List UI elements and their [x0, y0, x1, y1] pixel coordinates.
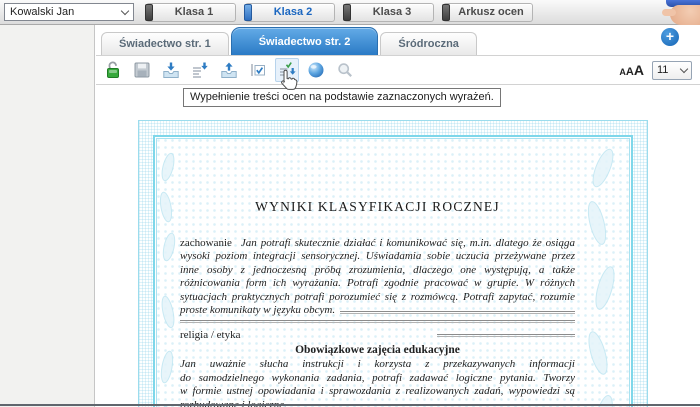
- tab-grip-icon[interactable]: [145, 4, 153, 21]
- class-tabs: Klasa 1 Klasa 2 Klasa 3 Arkusz ocen: [146, 3, 533, 22]
- toolbar: A A A 11: [96, 55, 700, 85]
- fill-line: [437, 334, 575, 337]
- search-icon[interactable]: [333, 58, 357, 82]
- left-panel: [0, 25, 95, 407]
- export-grades-icon[interactable]: [217, 58, 241, 82]
- certificate-title: WYNIKI KLASYFIKACJI ROCZNEJ: [180, 199, 575, 215]
- save-icon-svg: [132, 60, 152, 80]
- select-check-icon-svg: [248, 60, 268, 80]
- editor-area: Świadectwo str. 1 Świadectwo str. 2 Śród…: [96, 25, 700, 407]
- border-ornament-left: [157, 147, 179, 267]
- save-icon[interactable]: [130, 58, 154, 82]
- behavior-line: inne osoby z jednoczesną próbą zrozumien…: [180, 264, 575, 277]
- tab-label: Świadectwo str. 1: [119, 38, 211, 50]
- certificate-frame: WYNIKI KLASYFIKACJI ROCZNEJ zachowanie Ja…: [153, 135, 633, 407]
- window-bottom-edge: [0, 404, 700, 406]
- certificate-page[interactable]: WYNIKI KLASYFIKACJI ROCZNEJ zachowanie Ja…: [138, 120, 648, 407]
- font-size-select[interactable]: 11: [652, 61, 692, 80]
- mouse-cursor-hand-icon: [279, 69, 298, 96]
- behavior-line: wysoki poziom integracji sensorycznej. U…: [180, 250, 575, 263]
- behavior-line: zachowanie Jan potrafi skutecznie działać…: [180, 237, 575, 250]
- import-grades-icon[interactable]: [159, 58, 183, 82]
- font-size-value: 11: [657, 64, 681, 76]
- subjects-line: Jan uważnie słucha instrukcji i korzysta…: [180, 358, 575, 371]
- subjects-heading: Obowiązkowe zajęcia edukacyjne: [180, 344, 575, 356]
- border-ornament-left: [157, 287, 179, 407]
- subjects-line: do samodzielnego wykonania zadania, potr…: [180, 372, 575, 385]
- chevron-down-icon: [680, 64, 688, 72]
- document-tabs: Świadectwo str. 1 Świadectwo str. 2 Śród…: [96, 25, 700, 55]
- border-ornament-right: [581, 143, 623, 407]
- tab-label: Klasa 1: [153, 6, 235, 18]
- app-window: Kowalski Jan Klasa 1 Klasa 2 Klasa 3 Ark…: [0, 0, 700, 407]
- tab-label: Klasa 3: [351, 6, 433, 18]
- behavior-line: proste komunikaty w języku obcym.: [180, 304, 575, 317]
- tab-srodroczna[interactable]: Śródroczna: [380, 32, 477, 55]
- religion-section[interactable]: religia / etyka: [180, 329, 575, 342]
- search-icon-svg: [335, 60, 355, 80]
- hand-graphic: [658, 0, 700, 26]
- behavior-section[interactable]: zachowanie Jan potrafi skutecznie działać…: [180, 237, 575, 323]
- tooltip: Wypełnienie treści ocen na podstawie zaz…: [183, 88, 501, 107]
- tab-arkusz-ocen[interactable]: Arkusz ocen: [443, 3, 533, 22]
- tab-grip-icon[interactable]: [343, 4, 351, 21]
- tab-klasa-2[interactable]: Klasa 2: [245, 3, 335, 22]
- tab-swiadectwo-str-2[interactable]: Świadectwo str. 2: [231, 27, 379, 55]
- unlock-icon[interactable]: [101, 58, 125, 82]
- select-check-icon[interactable]: [246, 58, 270, 82]
- font-size-control: A A A: [619, 62, 644, 78]
- font-size-large-button[interactable]: A: [634, 62, 644, 78]
- add-page-button[interactable]: +: [661, 28, 679, 46]
- fill-line: [340, 311, 575, 314]
- document-canvas: Wypełnienie treści ocen na podstawie zaz…: [96, 85, 700, 407]
- fill-grades-icon-svg: [190, 60, 210, 80]
- behavior-text: Jan potrafi skutecznie działać i komunik…: [241, 237, 575, 249]
- tab-swiadectwo-str-1[interactable]: Świadectwo str. 1: [101, 32, 229, 55]
- subjects-section[interactable]: Jan uważnie słucha instrukcji i korzysta…: [180, 358, 575, 407]
- unlock-icon-svg: [103, 60, 123, 80]
- fill-grades-icon[interactable]: [188, 58, 212, 82]
- student-selector[interactable]: Kowalski Jan: [4, 3, 134, 21]
- tab-label: Świadectwo str. 2: [259, 36, 351, 48]
- section-rule: [180, 320, 575, 323]
- tab-label: Klasa 2: [252, 6, 334, 18]
- section-label: religia / etyka: [180, 329, 240, 342]
- chevron-down-icon: [121, 6, 129, 14]
- subjects-line: w formie ustnej opowiadania i sprawozdan…: [180, 385, 575, 398]
- font-size-medium-button[interactable]: A: [626, 66, 634, 78]
- tab-grip-icon[interactable]: [244, 4, 252, 21]
- behavior-line: różnicowania form ich wyrażania. Potrafi…: [180, 277, 575, 290]
- behavior-line: sytuacjach praktycznych potrafi porozumi…: [180, 291, 575, 304]
- top-bar: Kowalski Jan Klasa 1 Klasa 2 Klasa 3 Ark…: [0, 0, 700, 25]
- preview-icon[interactable]: [304, 58, 328, 82]
- import-grades-icon-svg: [161, 60, 181, 80]
- student-selector-value: Kowalski Jan: [10, 6, 122, 18]
- tab-klasa-3[interactable]: Klasa 3: [344, 3, 434, 22]
- section-label: zachowanie: [180, 237, 232, 249]
- export-grades-icon-svg: [219, 60, 239, 80]
- preview-icon-svg: [306, 60, 326, 80]
- hand-graphic-finger: [662, 9, 676, 16]
- tab-label: Śródroczna: [398, 38, 459, 50]
- tab-grip-icon[interactable]: [442, 4, 450, 21]
- behavior-text: proste komunikaty w języku obcym.: [180, 304, 335, 317]
- tab-klasa-1[interactable]: Klasa 1: [146, 3, 236, 22]
- tab-label: Arkusz ocen: [450, 6, 532, 18]
